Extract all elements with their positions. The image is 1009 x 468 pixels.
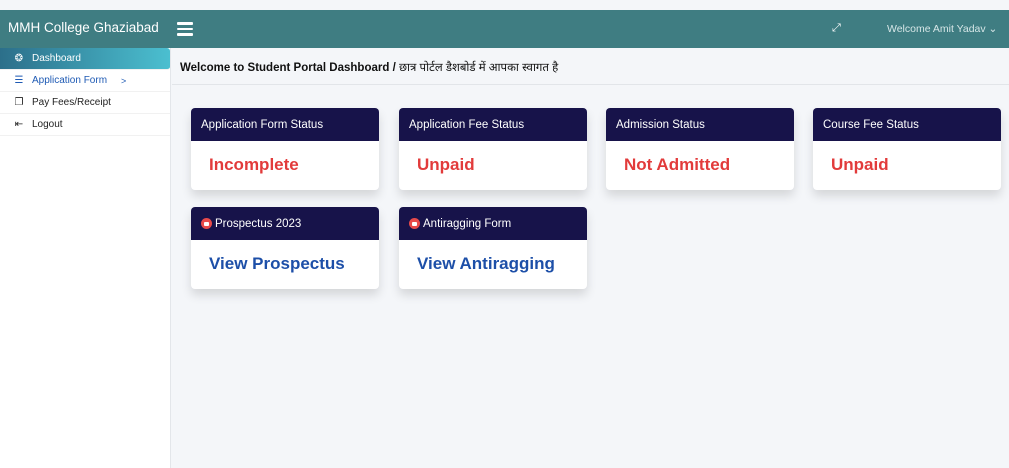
logout-icon: ⇤ — [14, 119, 24, 130]
sidebar-item-label: Pay Fees/Receipt — [32, 97, 111, 108]
sidebar: ❂ Dashboard ☰ Application Form > ❐ Pay F… — [0, 48, 171, 468]
divider — [172, 84, 1009, 85]
chevron-right-icon: > — [121, 75, 127, 86]
list-icon: ☰ — [14, 75, 24, 86]
sidebar-item-label: Dashboard — [32, 53, 81, 64]
user-dropdown[interactable]: Welcome Amit Yadav ⌄ — [887, 23, 997, 35]
page-title: Welcome to Student Portal Dashboard / छा… — [180, 60, 558, 75]
card-title: Antiragging Form — [399, 207, 587, 240]
admission-status-card: Admission Status Not Admitted — [606, 108, 794, 190]
card-title: Admission Status — [606, 108, 794, 141]
status-value: Unpaid — [831, 155, 889, 174]
fullscreen-icon[interactable]: ⤢ — [832, 22, 841, 35]
course-fee-status-card: Course Fee Status Unpaid — [813, 108, 1001, 190]
pdf-icon — [201, 218, 212, 229]
card-title: Course Fee Status — [813, 108, 1001, 141]
view-prospectus-link[interactable]: View Prospectus — [191, 240, 379, 274]
hamburger-menu-icon[interactable] — [177, 19, 193, 39]
card-title: Application Form Status — [191, 108, 379, 141]
sidebar-item-dashboard[interactable]: ❂ Dashboard — [0, 48, 170, 70]
brand-title[interactable]: MMH College Ghaziabad — [8, 20, 159, 35]
sidebar-item-pay-fees[interactable]: ❐ Pay Fees/Receipt — [0, 92, 170, 114]
welcome-english: Welcome to Student Portal Dashboard / — [180, 62, 399, 74]
view-antiragging-link[interactable]: View Antiragging — [399, 240, 587, 274]
antiragging-card: Antiragging Form View Antiragging — [399, 207, 587, 289]
sidebar-item-logout[interactable]: ⇤ Logout — [0, 114, 170, 136]
top-navbar: MMH College Ghaziabad ⤢ Welcome Amit Yad… — [0, 10, 1009, 48]
prospectus-card: Prospectus 2023 View Prospectus — [191, 207, 379, 289]
dashboard-icon: ❂ — [14, 53, 24, 64]
welcome-hindi: छात्र पोर्टल डैशबोर्ड में आपका स्वागत है — [398, 62, 559, 74]
card-title-text: Antiragging Form — [423, 217, 512, 230]
application-form-status-card: Application Form Status Incomplete — [191, 108, 379, 190]
application-fee-status-card: Application Fee Status Unpaid — [399, 108, 587, 190]
sidebar-item-label: Logout — [32, 119, 63, 130]
sidebar-item-application-form[interactable]: ☰ Application Form > — [0, 70, 170, 92]
status-value: Incomplete — [209, 155, 299, 174]
card-title: Prospectus 2023 — [191, 207, 379, 240]
card-title: Application Fee Status — [399, 108, 587, 141]
main-content: Welcome to Student Portal Dashboard / छा… — [172, 48, 1009, 468]
status-value: Not Admitted — [624, 155, 731, 174]
pdf-icon — [409, 218, 420, 229]
status-value: Unpaid — [417, 155, 475, 174]
card-title-text: Prospectus 2023 — [215, 217, 302, 230]
sidebar-item-label: Application Form — [32, 75, 108, 86]
windows-icon: ❐ — [14, 97, 24, 108]
